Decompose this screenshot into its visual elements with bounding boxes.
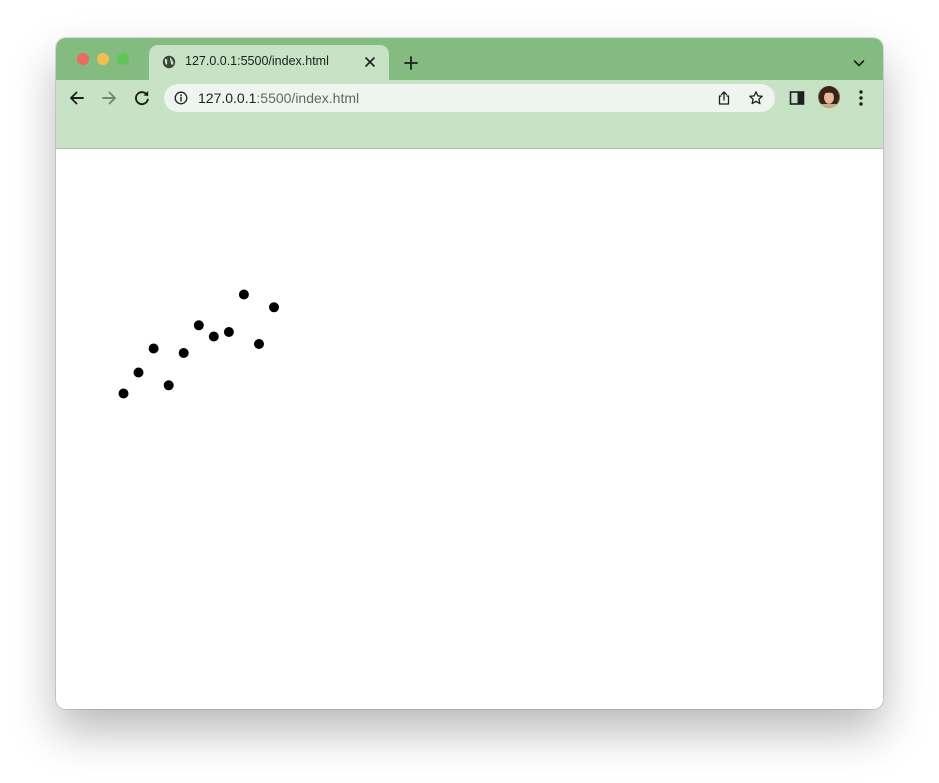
window-close-button[interactable] xyxy=(77,53,89,65)
close-icon[interactable] xyxy=(363,55,377,69)
scatter-plot xyxy=(118,289,279,399)
scatter-point xyxy=(269,302,279,313)
star-icon[interactable] xyxy=(748,90,764,106)
window-minimize-button[interactable] xyxy=(97,53,109,65)
url-host: 127.0.0.1 xyxy=(198,90,257,106)
page-content xyxy=(56,149,883,709)
toolbar: 127.0.0.1:5500/index.html xyxy=(56,80,883,116)
scatter-point xyxy=(178,348,189,358)
scatter-point xyxy=(193,320,204,331)
bookmarks-bar xyxy=(56,116,883,149)
browser-tab[interactable]: 127.0.0.1:5500/index.html xyxy=(149,45,389,80)
info-icon[interactable] xyxy=(174,91,188,105)
scatter-point xyxy=(254,339,264,349)
browser-window: 127.0.0.1:5500/index.html 127.0.0.1:5500… xyxy=(56,38,883,709)
url-text[interactable]: 127.0.0.1:5500/index.html xyxy=(198,90,359,106)
side-panel-icon[interactable] xyxy=(789,90,805,106)
forward-arrow-icon[interactable] xyxy=(99,88,119,108)
scatter-point xyxy=(223,327,234,337)
address-bar[interactable]: 127.0.0.1:5500/index.html xyxy=(164,84,775,112)
profile-avatar-image xyxy=(818,86,840,108)
scatter-point xyxy=(163,380,174,391)
kebab-menu-icon[interactable] xyxy=(853,88,869,108)
tab-title: 127.0.0.1:5500/index.html xyxy=(185,54,329,68)
profile-avatar[interactable] xyxy=(818,86,840,108)
scatter-point xyxy=(238,289,249,300)
new-tab-plus-icon[interactable] xyxy=(403,55,419,71)
share-icon[interactable] xyxy=(716,90,732,106)
title-bar: 127.0.0.1:5500/index.html xyxy=(56,38,883,80)
globe-icon xyxy=(162,55,176,69)
back-arrow-icon[interactable] xyxy=(67,88,87,108)
scatter-point xyxy=(208,331,219,342)
chevron-down-icon[interactable] xyxy=(852,56,866,70)
window-maximize-button[interactable] xyxy=(117,53,129,65)
url-path: :5500/index.html xyxy=(256,90,360,106)
reload-icon[interactable] xyxy=(132,88,152,108)
scatter-point xyxy=(118,388,129,399)
scatter-point xyxy=(133,367,144,378)
scatter-point xyxy=(148,343,159,354)
